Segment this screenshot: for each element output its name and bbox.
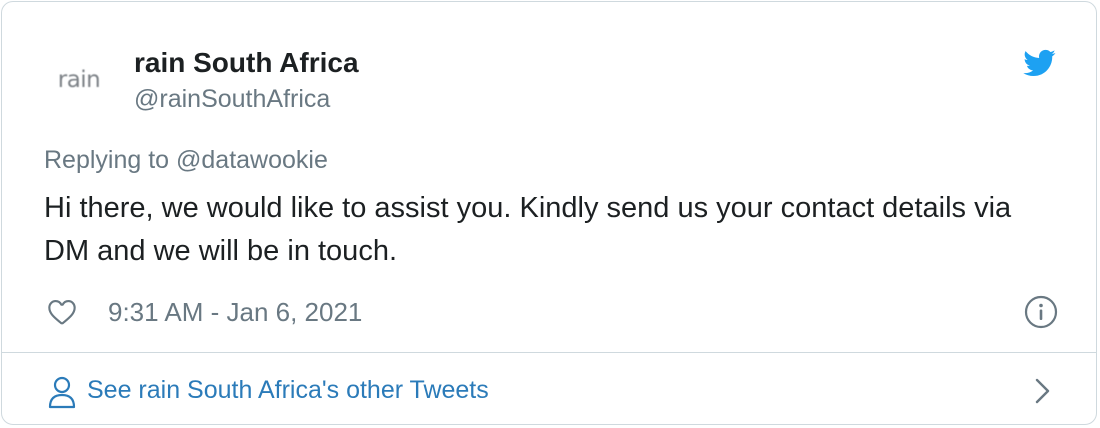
avatar[interactable]: rain bbox=[42, 50, 116, 110]
twitter-bird-icon[interactable] bbox=[1020, 46, 1058, 80]
chevron-right-icon[interactable] bbox=[1032, 377, 1054, 405]
tweet-meta: 9:31 AM - Jan 6, 2021 bbox=[46, 294, 362, 330]
heart-icon[interactable] bbox=[46, 296, 78, 328]
info-icon[interactable] bbox=[1024, 295, 1058, 329]
tweet-text: Hi there, we would like to assist you. K… bbox=[44, 192, 1012, 267]
tweet-card: rain rain South Africa @rainSouthAfrica … bbox=[1, 1, 1097, 425]
avatar-logo-text: rain bbox=[57, 67, 101, 93]
replying-to-label[interactable]: Replying to @datawookie bbox=[44, 145, 328, 175]
author-handle[interactable]: @rainSouthAfrica bbox=[134, 84, 330, 114]
see-other-tweets-label[interactable]: See rain South Africa's other Tweets bbox=[87, 374, 489, 406]
tweet-timestamp[interactable]: 9:31 AM - Jan 6, 2021 bbox=[108, 296, 362, 328]
see-other-tweets-link[interactable]: See rain South Africa's other Tweets bbox=[2, 353, 1096, 424]
person-icon bbox=[48, 376, 76, 409]
author-display-name[interactable]: rain South Africa bbox=[134, 46, 359, 80]
